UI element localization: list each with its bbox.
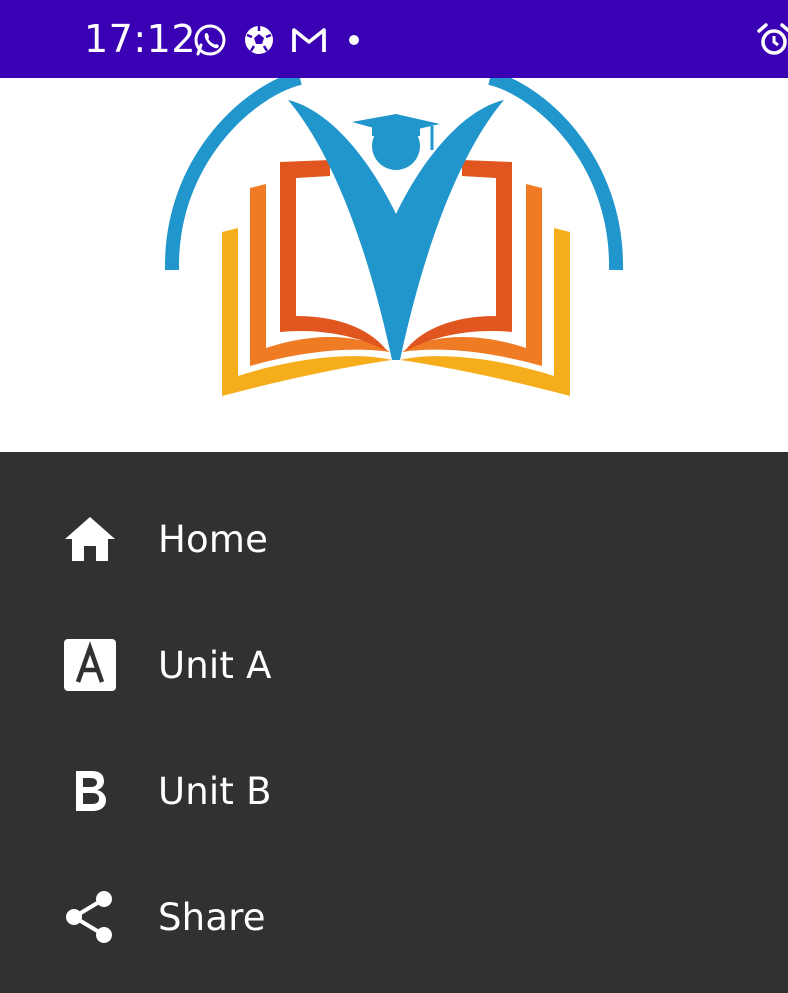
share-icon [62, 889, 118, 945]
football-icon [242, 23, 276, 57]
menu-item-share[interactable]: Share [0, 854, 788, 980]
menu-item-unit-b[interactable]: Unit B [0, 728, 788, 854]
app-logo [164, 78, 624, 396]
notification-icons [192, 22, 366, 58]
gmail-icon [290, 25, 328, 55]
dot-icon [342, 28, 366, 52]
menu-item-label: Unit B [158, 769, 272, 813]
home-icon [62, 511, 118, 567]
menu-item-home[interactable]: Home [0, 476, 788, 602]
drawer-header [0, 78, 788, 452]
status-right-icons [754, 22, 788, 58]
menu-item-label: Home [158, 517, 269, 561]
whatsapp-icon [192, 22, 228, 58]
letter-a-box-icon [62, 637, 118, 693]
status-time: 17:12 [84, 17, 197, 61]
menu-item-unit-a[interactable]: Unit A [0, 602, 788, 728]
menu-item-label: Unit A [158, 643, 272, 687]
status-bar: 17:12 [0, 0, 788, 78]
navigation-menu: Home Unit A Unit B Share [0, 452, 788, 993]
letter-b-icon [62, 763, 118, 819]
menu-item-label: Share [158, 895, 266, 939]
alarm-icon [754, 23, 788, 58]
